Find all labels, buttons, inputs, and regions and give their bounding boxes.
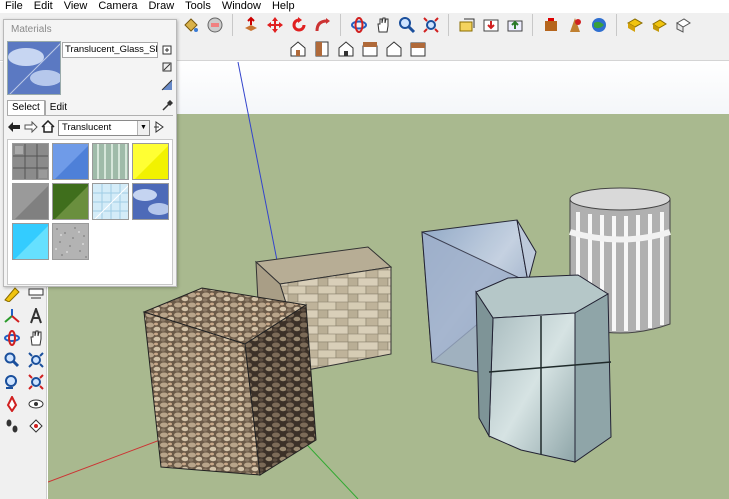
zoom-icon[interactable]	[396, 14, 418, 36]
zoom-extents-icon[interactable]	[420, 14, 442, 36]
menu-help[interactable]: Help	[267, 0, 301, 13]
create-material-icon[interactable]	[160, 42, 174, 56]
back-arrow-icon[interactable]	[7, 121, 21, 136]
iso-view-icon[interactable]	[287, 38, 309, 60]
zoom-window-icon[interactable]	[25, 350, 47, 370]
swatch-cyan-glass[interactable]	[12, 223, 49, 260]
tape-measure-icon[interactable]	[1, 284, 23, 304]
sample-paint-icon[interactable]	[160, 60, 174, 74]
menu-view[interactable]: View	[59, 0, 94, 13]
eraser-icon[interactable]	[204, 14, 226, 36]
toolbar-separator	[340, 14, 346, 36]
zoom-tool-icon[interactable]	[1, 350, 23, 370]
back-view-icon[interactable]	[383, 38, 405, 60]
menu-edit[interactable]: Edit	[29, 0, 59, 13]
get-models-icon[interactable]	[480, 14, 502, 36]
swatch-yellow-glass[interactable]	[132, 143, 169, 180]
previous-view-icon[interactable]	[1, 372, 23, 392]
materials-icon[interactable]	[648, 14, 670, 36]
swatch-blue-glass[interactable]	[52, 143, 89, 180]
display-secondary-icon[interactable]	[160, 78, 174, 92]
menu-file[interactable]: File	[0, 0, 29, 13]
section-plane-icon[interactable]	[25, 416, 47, 436]
swatch-green-glass[interactable]	[52, 183, 89, 220]
add-location-icon[interactable]	[564, 14, 586, 36]
front-view-icon[interactable]	[335, 38, 357, 60]
toolbar-separator	[532, 14, 538, 36]
push-pull-icon[interactable]	[240, 14, 262, 36]
tab-edit[interactable]: Edit	[44, 100, 73, 115]
forward-arrow-icon[interactable]	[24, 120, 38, 136]
library-dropdown-value: Translucent	[62, 122, 112, 133]
library-dropdown[interactable]: Translucent ▼	[58, 120, 150, 136]
rocky-stone-cube[interactable]	[142, 287, 317, 476]
left-view-icon[interactable]	[407, 38, 429, 60]
green-glass-hexagonal-prism[interactable]	[475, 274, 612, 463]
tab-select[interactable]: Select	[7, 100, 45, 115]
swatch-stone-grid[interactable]	[12, 143, 49, 180]
follow-me-icon[interactable]	[312, 14, 334, 36]
dimension-icon[interactable]	[25, 284, 47, 304]
sketchup-window: File Edit View Camera Draw Tools Window …	[0, 0, 729, 499]
3d-warehouse-icon[interactable]	[456, 14, 478, 36]
paint-bucket-icon[interactable]	[180, 14, 202, 36]
geo-location-icon[interactable]	[588, 14, 610, 36]
menu-window[interactable]: Window	[217, 0, 267, 13]
tool-grid	[1, 284, 47, 436]
materials-panel-title: Materials	[11, 24, 52, 35]
menu-bar: File Edit View Camera Draw Tools Window …	[0, 0, 729, 13]
top-view-icon[interactable]	[311, 38, 333, 60]
extension-warehouse-icon[interactable]	[540, 14, 562, 36]
move-icon[interactable]	[264, 14, 286, 36]
swatch-green-stripes[interactable]	[92, 143, 129, 180]
components-icon[interactable]	[624, 14, 646, 36]
eyedropper-icon[interactable]	[160, 99, 174, 113]
walk-icon[interactable]	[1, 416, 23, 436]
pan-icon[interactable]	[372, 14, 394, 36]
materials-nav: Translucent ▼	[7, 119, 165, 136]
orbit-tool-icon[interactable]	[1, 328, 23, 348]
material-name-field[interactable]: Translucent_Glass_Sky_I	[62, 42, 158, 58]
menu-draw[interactable]: Draw	[143, 0, 180, 13]
material-swatch-grid	[7, 139, 173, 285]
toolbar-separator	[232, 14, 238, 36]
swatch-gray-noise[interactable]	[52, 223, 89, 260]
toolbar-separator	[448, 14, 454, 36]
rotate-icon[interactable]	[288, 14, 310, 36]
right-view-icon[interactable]	[359, 38, 381, 60]
details-arrow-icon[interactable]	[153, 120, 165, 136]
menu-tools[interactable]: Tools	[180, 0, 217, 13]
swatch-sky-glass[interactable]	[132, 183, 169, 220]
swatch-gray-glass[interactable]	[12, 183, 49, 220]
material-preview	[7, 41, 61, 95]
tab-divider	[7, 115, 173, 116]
materials-tabs: Select Edit	[7, 100, 73, 115]
styles-icon[interactable]	[672, 14, 694, 36]
look-around-icon[interactable]	[25, 394, 47, 414]
text-3d-icon[interactable]	[25, 306, 47, 326]
toolbar-separator	[616, 14, 622, 36]
menu-camera[interactable]: Camera	[93, 0, 143, 13]
chevron-down-icon: ▼	[137, 121, 149, 135]
pan-tool-icon[interactable]	[25, 328, 47, 348]
orbit-icon[interactable]	[348, 14, 370, 36]
axes-icon[interactable]	[1, 306, 23, 326]
materials-panel: Materials Translucent_Glass_Sky_I Select…	[3, 19, 177, 287]
zoom-extents-tool-icon[interactable]	[25, 372, 47, 392]
home-icon[interactable]	[41, 119, 55, 136]
share-model-icon[interactable]	[504, 14, 526, 36]
position-camera-icon[interactable]	[1, 394, 23, 414]
swatch-light-blue-grid[interactable]	[92, 183, 129, 220]
